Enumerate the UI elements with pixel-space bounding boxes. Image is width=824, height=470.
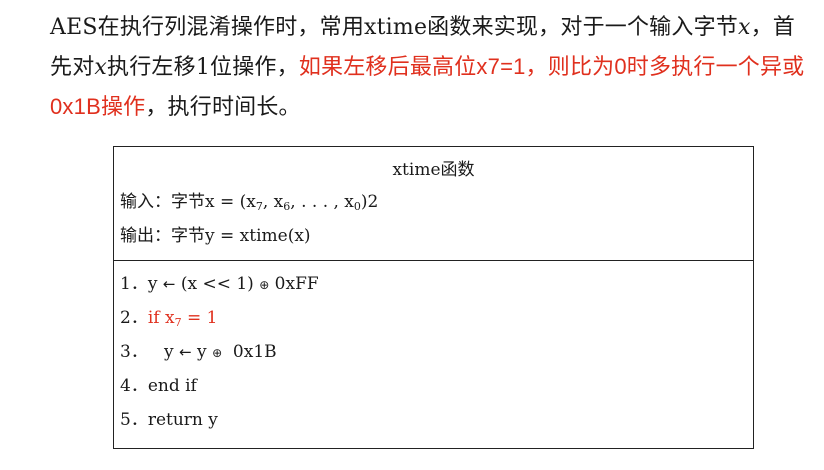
input-sub0: 0 bbox=[353, 200, 361, 213]
step-5: 5．return y bbox=[120, 403, 319, 437]
input-sub7: 7 bbox=[255, 200, 263, 213]
step-5-a: return y bbox=[147, 410, 218, 430]
step-1-num: 1． bbox=[120, 274, 148, 294]
input-text: 字节x = (x bbox=[171, 192, 256, 212]
algorithm-title: xtime函数 bbox=[392, 160, 475, 180]
para-seg1: AES在执行列混淆操作时，常用xtime函数来实现，对于一个输入字节 bbox=[50, 15, 738, 40]
step-3-num: 3． bbox=[120, 342, 148, 362]
intro-paragraph: AES在执行列混淆操作时，常用xtime函数来实现，对于一个输入字节x，首先对x… bbox=[24, 8, 814, 127]
step-4-num: 4． bbox=[120, 376, 148, 396]
left-arrow-icon: ← bbox=[179, 343, 192, 361]
para-var-x1: x bbox=[738, 15, 751, 40]
input-end: )2 bbox=[360, 192, 379, 212]
input-label: 输入： bbox=[120, 192, 171, 212]
output-text: 字节y = xtime(x) bbox=[171, 226, 311, 246]
step-1: 1．y ← (x << 1) ⊕ 0xFF bbox=[120, 267, 319, 301]
input-mid: , . . . , x bbox=[290, 192, 354, 212]
para-seg3: 执行左移1位操作， bbox=[107, 55, 299, 80]
step-5-num: 5． bbox=[120, 410, 148, 430]
para-var-x2: x bbox=[94, 55, 108, 80]
step-3-c: 0x1B bbox=[222, 342, 277, 362]
step-1-a: y bbox=[147, 274, 163, 294]
step-3-a: y bbox=[147, 342, 180, 362]
algorithm-header: xtime函数 输入：字节x = (x7, x6, . . . , x0)2 输… bbox=[114, 147, 753, 261]
step-1-c: 0xFF bbox=[269, 274, 319, 294]
xor-icon: ⊕ bbox=[212, 346, 223, 360]
para-seg4: ，执行时间长。 bbox=[145, 95, 301, 120]
paragraph-text: AES在执行列混淆操作时，常用xtime函数来实现，对于一个输入字节x，首先对x… bbox=[24, 8, 814, 127]
step-2-num: 2． bbox=[120, 308, 148, 328]
step-1-b: (x << 1) bbox=[175, 274, 260, 294]
algorithm-box: xtime函数 输入：字节x = (x7, x6, . . . , x0)2 输… bbox=[113, 146, 754, 449]
step-2-sub: 7 bbox=[174, 316, 182, 329]
algorithm-input: 输入：字节x = (x7, x6, . . . , x0)2 bbox=[120, 187, 378, 212]
xor-icon: ⊕ bbox=[259, 278, 270, 292]
left-arrow-icon: ← bbox=[162, 275, 176, 293]
step-3: 3． y ← y ⊕ 0x1B bbox=[120, 335, 319, 369]
algorithm-steps: 1．y ← (x << 1) ⊕ 0xFF 2．if x7 = 1 3． y ←… bbox=[120, 267, 319, 437]
step-4-a: end if bbox=[147, 376, 197, 396]
step-3-b: y bbox=[191, 342, 213, 362]
output-label: 输出： bbox=[120, 226, 171, 246]
input-sep1: , x bbox=[262, 192, 284, 212]
step-4: 4．end if bbox=[120, 369, 319, 403]
step-2-b: = 1 bbox=[181, 308, 218, 328]
algorithm-output: 输出：字节y = xtime(x) bbox=[120, 221, 311, 246]
step-2: 2．if x7 = 1 bbox=[120, 301, 319, 335]
step-2-a: if x bbox=[147, 308, 175, 328]
